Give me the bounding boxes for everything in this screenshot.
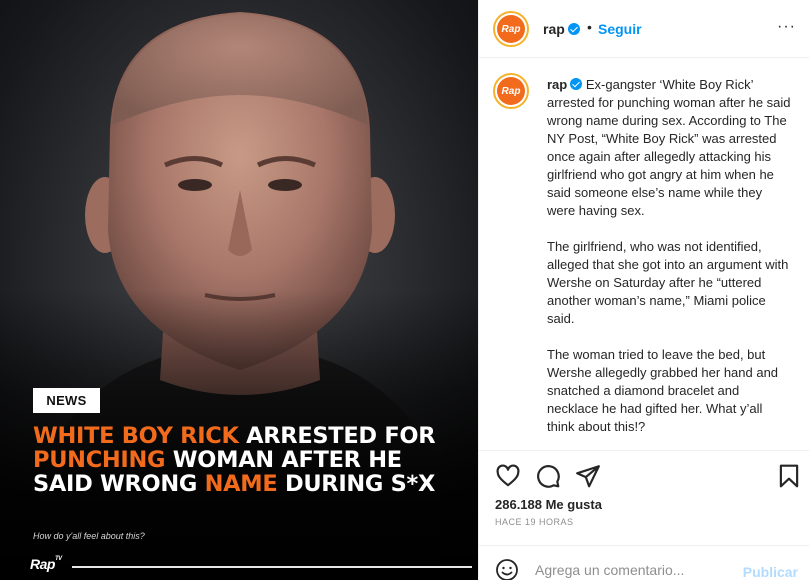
caption-paragraph-1: Ex-gangster ‘White Boy Rick’ arrested fo… <box>547 77 791 218</box>
headline-part: ARRESTED FOR <box>238 423 436 449</box>
headline-part: WHITE BOY RICK <box>33 423 239 449</box>
rap-tv-logo: RapTV <box>30 556 62 572</box>
avatar[interactable]: Rap <box>493 73 529 109</box>
caption-scroll-area[interactable]: Rap rap Ex-gangster ‘White Boy Rick’ arr… <box>479 58 809 450</box>
avatar[interactable]: Rap <box>493 11 529 47</box>
comment-input[interactable] <box>535 562 735 578</box>
post-headline: WHITE BOY RICK ARRESTED FOR PUNCHING WOM… <box>33 424 463 496</box>
post-subline: How do y'all feel about this? <box>33 531 145 541</box>
news-tag: NEWS <box>33 388 100 413</box>
username-text: rap <box>543 21 565 37</box>
post-timestamp[interactable]: HACE 19 HORAS <box>495 517 574 527</box>
caption-paragraph-2: The girlfriend, who was not identified, … <box>547 239 789 326</box>
comment-icon[interactable] <box>535 463 561 489</box>
headline-part: NAME <box>204 471 278 497</box>
likes-count[interactable]: 286.188 Me gusta <box>495 497 602 512</box>
post-actions: 286.188 Me gusta HACE 19 HORAS <box>479 450 809 538</box>
heart-icon[interactable] <box>495 463 521 489</box>
post-image[interactable]: NEWS WHITE BOY RICK ARRESTED FOR PUNCHIN… <box>0 0 478 580</box>
verified-badge-icon <box>570 78 583 90</box>
caption-paragraph-3: The woman tried to leave the bed, but We… <box>547 347 779 434</box>
caption-username[interactable]: rap <box>547 77 567 92</box>
brand-name: Rap <box>30 556 55 572</box>
emoji-icon[interactable] <box>495 558 519 580</box>
avatar-logo: Rap <box>497 15 525 43</box>
share-icon[interactable] <box>575 463 601 489</box>
follow-button[interactable]: Seguir <box>598 21 642 37</box>
caption-text: rap Ex-gangster ‘White Boy Rick’ arreste… <box>547 76 792 450</box>
headline-part: PUNCHING <box>33 447 166 473</box>
brand-suffix: TV <box>54 556 62 562</box>
separator-dot: • <box>587 19 592 35</box>
caption-paragraph: rap Ex-gangster ‘White Boy Rick’ arreste… <box>547 76 792 220</box>
more-options-icon[interactable]: ··· <box>777 18 796 36</box>
username-link[interactable]: rap <box>543 21 580 37</box>
post-details-panel: Rap rap • Seguir ··· Rap rap Ex-gangster… <box>478 0 809 580</box>
comment-box: Publicar <box>479 545 809 580</box>
brand-divider-line <box>72 566 472 568</box>
verified-badge-icon <box>567 23 580 35</box>
post-header: Rap rap • Seguir ··· <box>479 0 809 58</box>
publish-button[interactable]: Publicar <box>743 564 798 580</box>
bookmark-icon[interactable] <box>776 463 802 489</box>
headline-part: DURING S*X <box>277 471 436 497</box>
avatar-logo: Rap <box>497 77 525 105</box>
